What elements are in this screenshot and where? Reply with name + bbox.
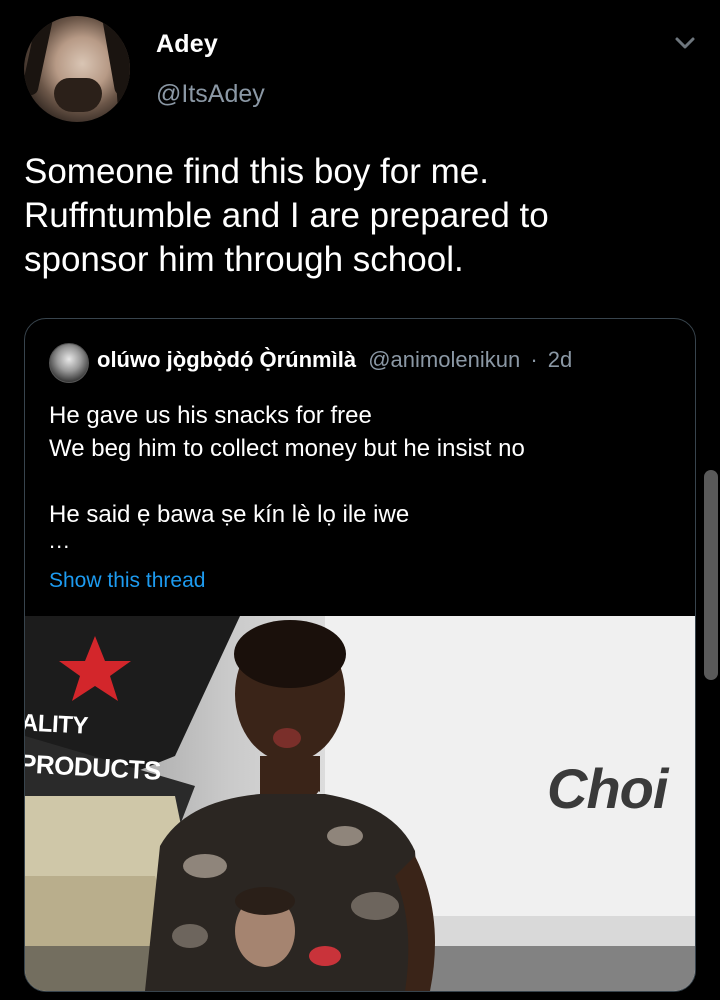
quoted-tweet-card[interactable]: olúwo jọ̀gbọ̀dọ́ Ọ̀rúnmìlà @animolenikun… <box>24 318 696 992</box>
show-thread-link[interactable]: Show this thread <box>49 569 205 593</box>
scrollbar[interactable] <box>704 470 718 680</box>
quoted-author-handle: @animolenikun <box>368 347 521 372</box>
quoted-line: He said ẹ bawa ṣe kín lè lọ ile iwe <box>49 501 410 528</box>
photo-sign-text: Choi <box>547 757 668 820</box>
author-handle[interactable]: @ItsAdey <box>156 80 265 109</box>
quoted-line: We beg him to collect money but he insis… <box>49 435 525 462</box>
quoted-author-avatar <box>49 343 89 383</box>
quoted-tweet-header: olúwo jọ̀gbọ̀dọ́ Ọ̀rúnmìlà @animolenikun… <box>97 347 572 373</box>
photo-sign-text: ALITY <box>25 709 89 740</box>
chevron-down-icon[interactable] <box>670 28 700 58</box>
tweet-screen: Adey @ItsAdey Someone find this boy for … <box>0 0 720 1000</box>
quoted-separator: · <box>530 347 538 372</box>
author-avatar[interactable] <box>24 16 130 122</box>
quoted-author-name: olúwo jọ̀gbọ̀dọ́ Ọ̀rúnmìlà <box>97 347 357 372</box>
tweet-text: Someone find this boy for me. Ruffntumbl… <box>24 152 549 279</box>
quoted-line: He gave us his snacks for free <box>49 402 372 429</box>
author-display-name[interactable]: Adey <box>156 30 218 59</box>
quoted-timestamp: 2d <box>547 347 573 372</box>
quoted-tweet-photo[interactable]: ALITY PRODUCTS Choi <box>25 616 695 991</box>
quoted-tweet-text: He gave us his snacks for free We beg hi… <box>49 399 669 553</box>
quoted-ellipsis: ... <box>49 528 71 553</box>
